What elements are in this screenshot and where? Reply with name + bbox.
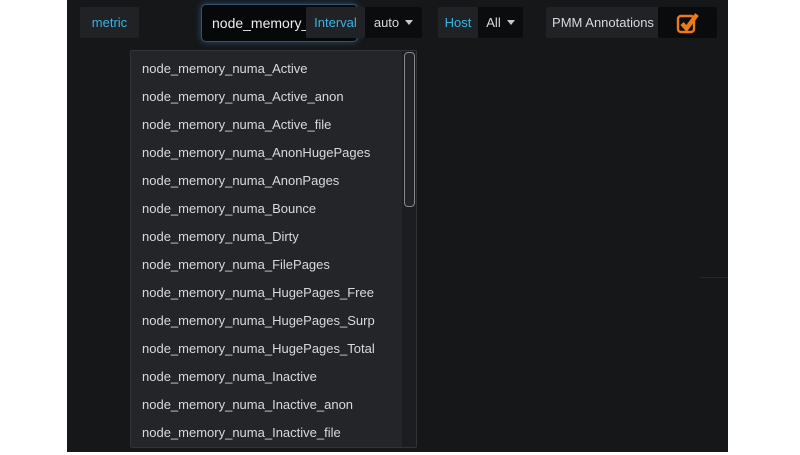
metric-option[interactable]: node_memory_numa_Active_anon xyxy=(131,83,402,111)
host-label: Host xyxy=(438,7,478,38)
metric-option[interactable]: node_memory_numa_Active_file xyxy=(131,111,402,139)
metric-option[interactable]: node_memory_numa_Dirty xyxy=(131,223,402,251)
metric-option[interactable]: node_memory_numa_AnonPages xyxy=(131,167,402,195)
dropdown-scrollbar-thumb[interactable] xyxy=(404,52,415,207)
host-value: All xyxy=(486,15,500,30)
metric-option[interactable]: node_memory_numa_HugePages_Total xyxy=(131,335,402,363)
host-select[interactable]: All xyxy=(478,7,523,38)
panel-divider-line xyxy=(700,277,728,278)
metric-option[interactable]: node_memory_numa_Bounce xyxy=(131,195,402,223)
metric-option[interactable]: node_memory_numa_HugePages_Free xyxy=(131,279,402,307)
metric-option[interactable]: node_memory_numa_FilePages xyxy=(131,251,402,279)
pmm-annotations-label: PMM Annotations xyxy=(546,7,660,38)
checkbox-checked-icon xyxy=(675,11,701,35)
dropdown-scrollbar-track[interactable] xyxy=(402,51,416,447)
metric-option[interactable]: node_memory_numa_AnonHugePages xyxy=(131,139,402,167)
page-background: metric Interval auto Host All PMM Annota… xyxy=(0,0,800,455)
metric-option-list: node_memory_numa_Active node_memory_numa… xyxy=(131,55,402,447)
metric-option[interactable]: node_memory_numa_Inactive_anon xyxy=(131,391,402,419)
interval-value: auto xyxy=(374,15,399,30)
pmm-annotations-checkbox[interactable] xyxy=(658,7,717,38)
metric-option[interactable]: node_memory_numa_Inactive xyxy=(131,363,402,391)
metric-label: metric xyxy=(80,7,139,38)
metric-option[interactable]: node_memory_numa_Inactive_file xyxy=(131,419,402,447)
metric-typeahead-dropdown: node_memory_numa_Active node_memory_numa… xyxy=(130,50,417,448)
chevron-down-icon xyxy=(405,20,413,25)
metric-option[interactable]: node_memory_numa_HugePages_Surp xyxy=(131,307,402,335)
interval-label: Interval xyxy=(306,7,365,38)
metric-option[interactable]: node_memory_numa_Active xyxy=(131,55,402,83)
query-editor-panel: metric Interval auto Host All PMM Annota… xyxy=(67,0,728,452)
interval-select[interactable]: auto xyxy=(365,7,422,38)
chevron-down-icon xyxy=(507,20,515,25)
